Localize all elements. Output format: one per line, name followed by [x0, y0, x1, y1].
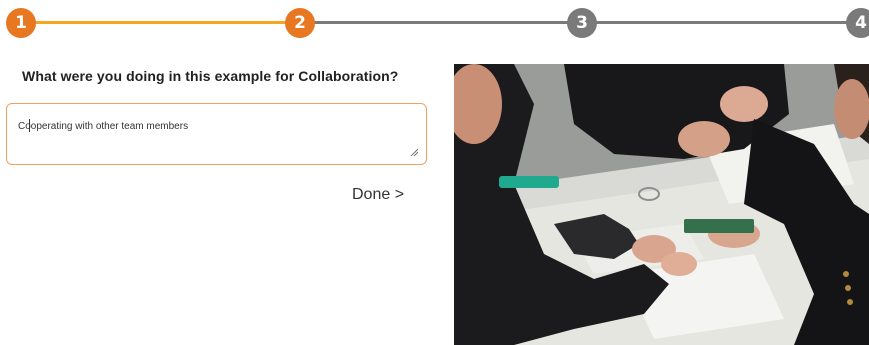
resize-grip-icon[interactable]	[410, 148, 418, 156]
photo-illustration	[454, 64, 869, 345]
answer-textarea[interactable]: Cooperating with other team members	[6, 103, 427, 165]
text-caret	[29, 119, 30, 132]
stepper-line-2-3	[312, 21, 568, 24]
step-4[interactable]: 4	[846, 8, 869, 38]
question-prompt: What were you doing in this example for …	[22, 68, 399, 84]
stepper-line-3-4	[596, 21, 854, 24]
progress-stepper: 1 2 3 4	[0, 0, 869, 48]
team-collaboration-photo	[454, 64, 869, 345]
stepper-line-1-2	[34, 21, 296, 24]
step-1[interactable]: 1	[6, 8, 36, 38]
answer-value: Cooperating with other team members	[18, 121, 189, 132]
step-3[interactable]: 3	[567, 8, 597, 38]
done-button[interactable]: Done >	[352, 186, 404, 204]
step-2[interactable]: 2	[285, 8, 315, 38]
